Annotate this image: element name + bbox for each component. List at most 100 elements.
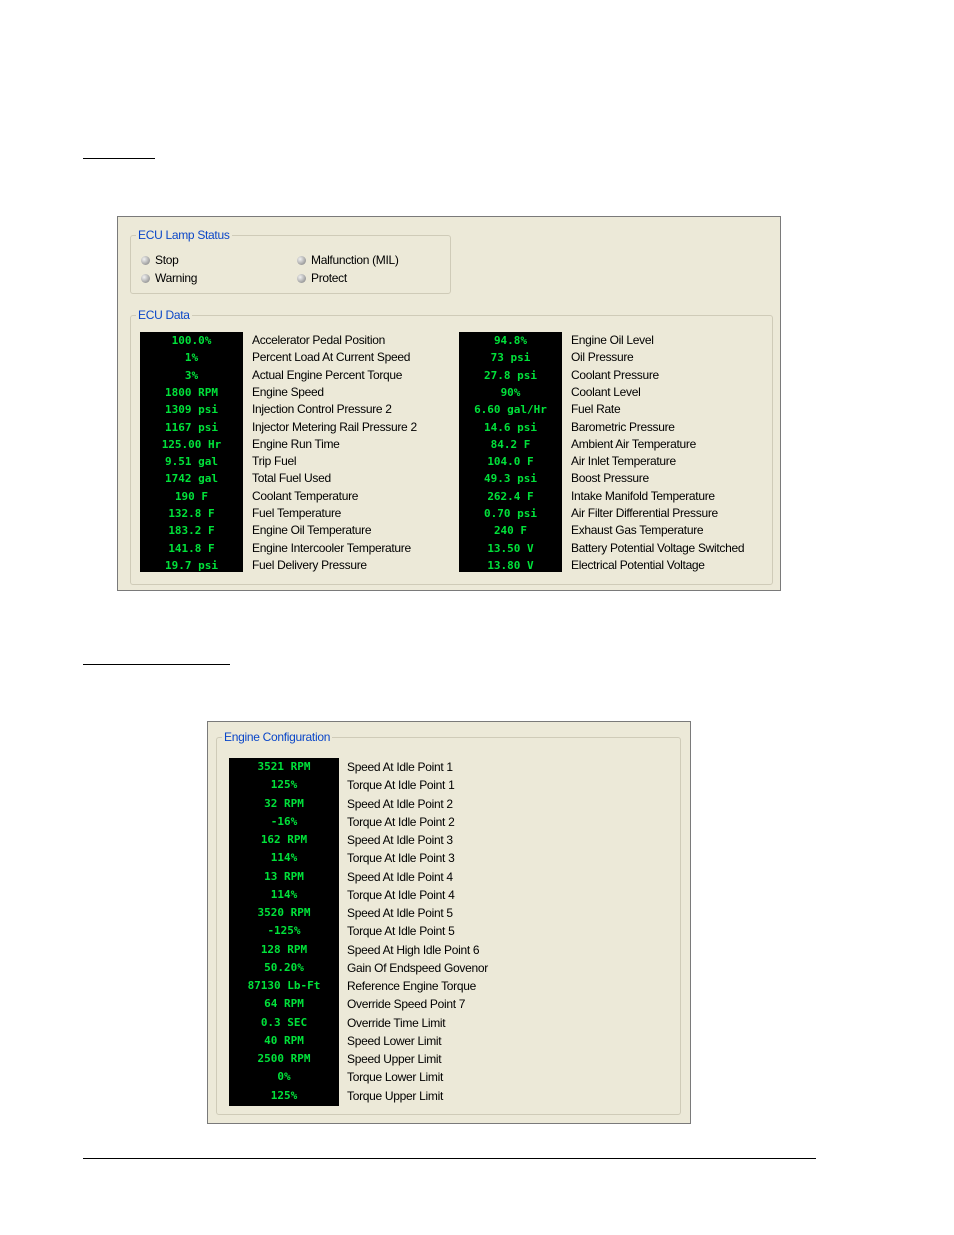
ecu-right-labels: Engine Oil Level Oil Pressure Coolant Pres… <box>571 332 761 572</box>
value-readout: 1% <box>184 351 199 365</box>
engine-config-labels: Speed At Idle Point 1 Torque At Idle Poin… <box>347 758 547 1106</box>
ecu-panel: ECU Lamp Status Stop Warning Malfunction… <box>117 216 781 591</box>
value-readout: 27.8 psi <box>484 368 537 382</box>
value-readout: 87130 Lb-Ft <box>247 979 321 992</box>
parameter-label: Boost Pressure <box>571 471 649 486</box>
parameter-label: Engine Oil Temperature <box>252 523 372 538</box>
value-readout: 125.00 Hr <box>161 437 222 451</box>
parameter-label: Coolant Level <box>571 384 641 399</box>
value-readout: 125% <box>270 1088 298 1102</box>
parameter-label: Speed At Idle Point 3 <box>347 833 453 847</box>
ecu-left-labels: Accelerator Pedal Position Percent Load A… <box>252 332 432 572</box>
parameter-label: Torque At Idle Point 2 <box>347 814 455 829</box>
parameter-label: Ambient Air Temperature <box>571 436 696 451</box>
parameter-label: Torque At Idle Point 3 <box>347 851 455 866</box>
value-readout: 0.3 SEC <box>260 1015 308 1029</box>
value-readout: 49.3 psi <box>484 472 537 486</box>
parameter-label: Engine Intercooler Temperature <box>252 540 411 555</box>
parameter-label: Fuel Rate <box>571 402 621 417</box>
value-readout: 40 RPM <box>264 1033 304 1047</box>
parameter-label: Injector Metering Rail Pressure 2 <box>252 419 417 434</box>
value-readout: 114% <box>270 887 298 901</box>
lamp-status-group: ECU Lamp Status Stop Warning Malfunction… <box>130 227 451 294</box>
value-readout: 3% <box>184 368 199 382</box>
parameter-label: Coolant Pressure <box>571 367 659 382</box>
parameter-label: Speed Upper Limit <box>347 1052 442 1066</box>
parameter-label: Fuel Delivery Pressure <box>252 557 367 572</box>
lamp-label: Stop <box>155 253 179 267</box>
value-readout: 190 F <box>174 489 209 503</box>
ecu-right-values-display: 94.8% 73 psi 27.8 psi 90% 6.60 gal/Hr 14.6 ps… <box>459 332 562 572</box>
lamp-label: Malfunction (MIL) <box>311 253 399 267</box>
lamp-label: Warning <box>155 271 198 285</box>
value-readout: 125% <box>270 778 298 792</box>
parameter-label: Speed At Idle Point 1 <box>347 760 453 774</box>
value-readout: 1309 psi <box>165 403 218 417</box>
value-readout: 128 RPM <box>260 942 308 956</box>
parameter-label: Gain Of Endspeed Govenor <box>347 960 488 975</box>
parameter-label: Speed Lower Limit <box>347 1033 442 1048</box>
lamp-indicator-icon <box>141 256 150 265</box>
value-readout: 0.70 psi <box>484 507 537 520</box>
parameter-label: Torque At Idle Point 1 <box>347 778 455 793</box>
parameter-label: Override Speed Point 7 <box>347 997 466 1012</box>
parameter-label: Torque At Idle Point 5 <box>347 924 455 939</box>
lamp-stop: Stop <box>141 253 179 267</box>
lamp-status-title: ECU Lamp Status <box>136 227 232 243</box>
value-readout: 13 RPM <box>264 869 304 883</box>
parameter-label: Reference Engine Torque <box>347 979 476 993</box>
value-readout: 13.50 V <box>487 541 534 555</box>
value-readout: 2500 RPM <box>257 1052 311 1065</box>
parameter-label: Battery Potential Voltage Switched <box>571 540 745 555</box>
value-readout: 6.60 gal/Hr <box>474 403 547 417</box>
value-readout: 50.20% <box>264 960 304 974</box>
parameter-label: Torque Lower Limit <box>347 1070 443 1085</box>
value-readout: 162 RPM <box>260 833 308 846</box>
heading-underline-2 <box>83 664 230 665</box>
value-readout: 64 RPM <box>264 997 304 1011</box>
value-readout: 104.0 F <box>487 455 534 469</box>
parameter-label: Air Inlet Temperature <box>571 454 676 469</box>
value-readout: 32 RPM <box>264 796 304 810</box>
parameter-label: Total Fuel Used <box>252 471 331 486</box>
value-readout: 13.80 V <box>487 558 534 572</box>
lamp-warning: Warning <box>141 271 197 285</box>
parameter-label: Override Time Limit <box>347 1015 446 1030</box>
parameter-label: Coolant Temperature <box>252 488 359 503</box>
parameter-label: Speed At Idle Point 4 <box>347 869 453 884</box>
parameter-label: Oil Pressure <box>571 350 634 365</box>
parameter-label: Torque Upper Limit <box>347 1088 443 1103</box>
parameter-label: Fuel Temperature <box>252 506 342 520</box>
value-readout: 132.8 F <box>168 507 215 520</box>
parameter-label: Air Filter Differential Pressure <box>571 506 718 520</box>
ecu-data-group: ECU Data 100.0% 1% 3% 1800 RPM 1309 psi 1167 … <box>130 307 773 585</box>
lamp-indicator-icon <box>141 274 150 283</box>
value-readout: 9.51 gal <box>165 455 218 469</box>
parameter-label: Engine Run Time <box>252 436 340 451</box>
parameter-label: Accelerator Pedal Position <box>252 333 385 347</box>
lamp-indicator-icon <box>297 274 306 283</box>
value-readout: 1167 psi <box>165 420 218 434</box>
ecu-left-values-display: 100.0% 1% 3% 1800 RPM 1309 psi 1167 psi 125.00… <box>140 332 243 572</box>
value-readout: 262.4 F <box>487 489 534 503</box>
parameter-label: Electrical Potential Voltage <box>571 557 705 572</box>
value-readout: 100.0% <box>171 334 212 347</box>
engine-config-group: Engine Configuration 3521 RPM 125% 32 RPM -… <box>216 729 681 1115</box>
value-readout: 3520 RPM <box>257 906 311 919</box>
parameter-label: Engine Speed <box>252 384 324 399</box>
value-readout: 3521 RPM <box>257 760 311 773</box>
engine-config-panel: Engine Configuration 3521 RPM 125% 32 RPM -… <box>207 721 691 1124</box>
parameter-label: Barometric Pressure <box>571 419 675 434</box>
value-readout: 90% <box>500 385 521 399</box>
value-readout: 1742 gal <box>165 472 218 486</box>
engine-config-title: Engine Configuration <box>222 729 333 745</box>
parameter-label: Speed At Idle Point 5 <box>347 906 453 920</box>
value-readout: 183.2 F <box>168 524 215 538</box>
value-readout: 114% <box>270 851 298 865</box>
value-readout: 84.2 F <box>490 437 531 451</box>
footer-rule <box>83 1158 816 1159</box>
value-readout: -16% <box>270 814 298 828</box>
parameter-label: Percent Load At Current Speed <box>252 350 411 365</box>
heading-underline-1 <box>83 158 155 159</box>
parameter-label: Engine Oil Level <box>571 333 654 347</box>
